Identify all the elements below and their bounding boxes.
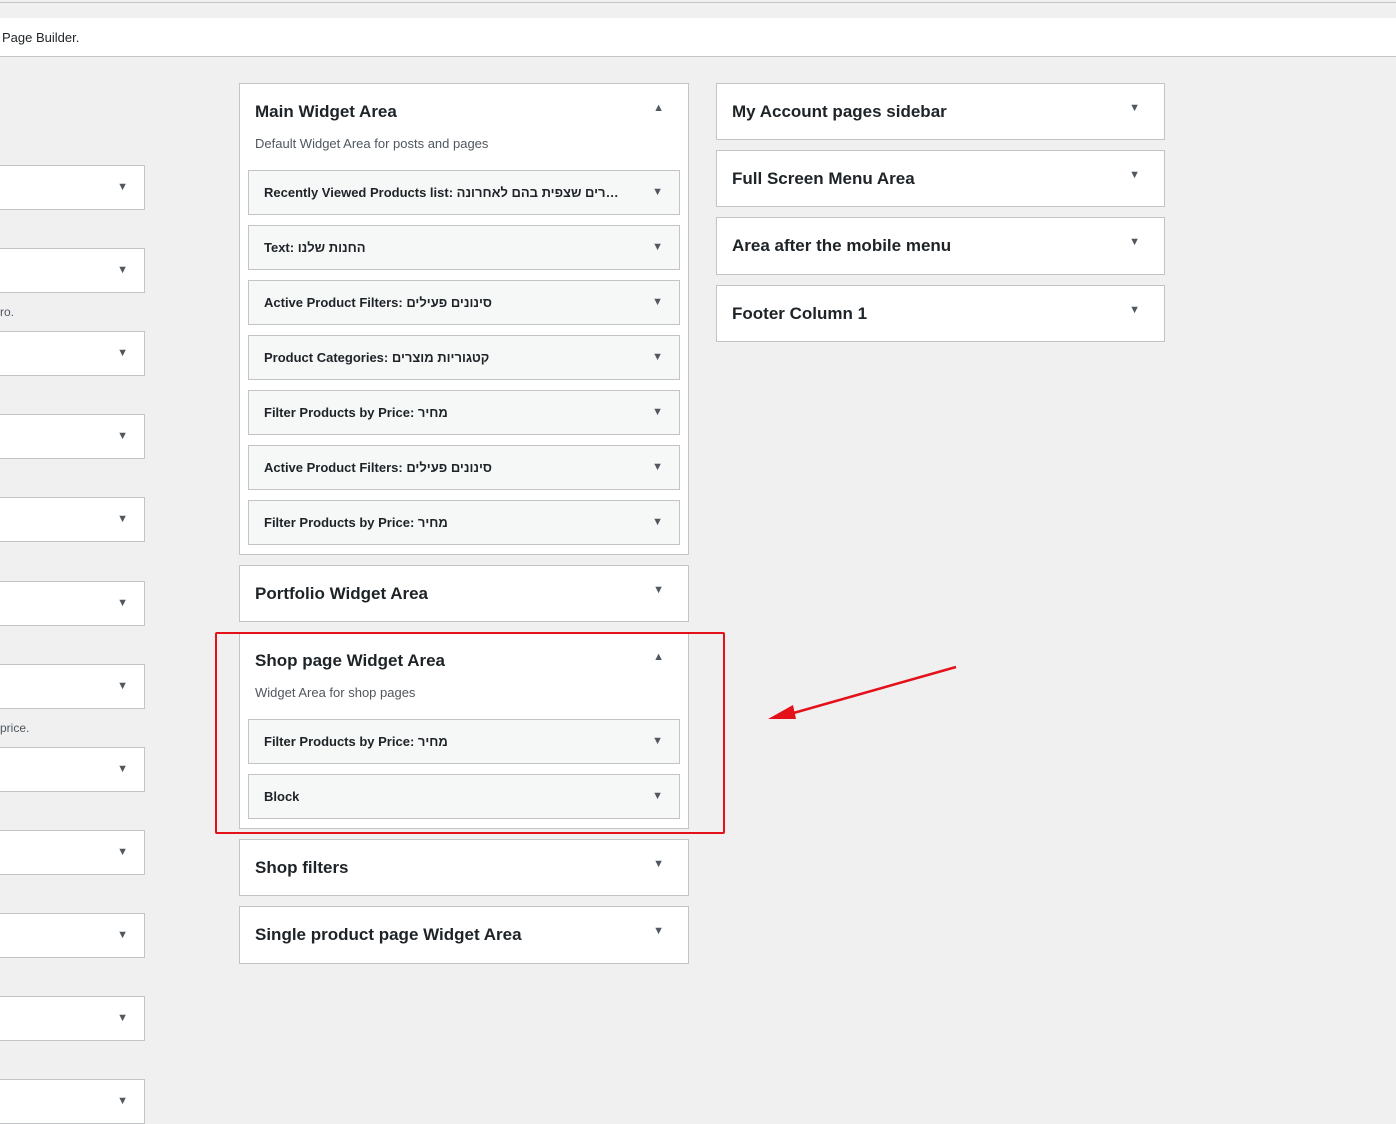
arrow-head <box>768 705 796 719</box>
annotation-arrow <box>768 665 957 719</box>
arrow-line <box>789 665 957 716</box>
